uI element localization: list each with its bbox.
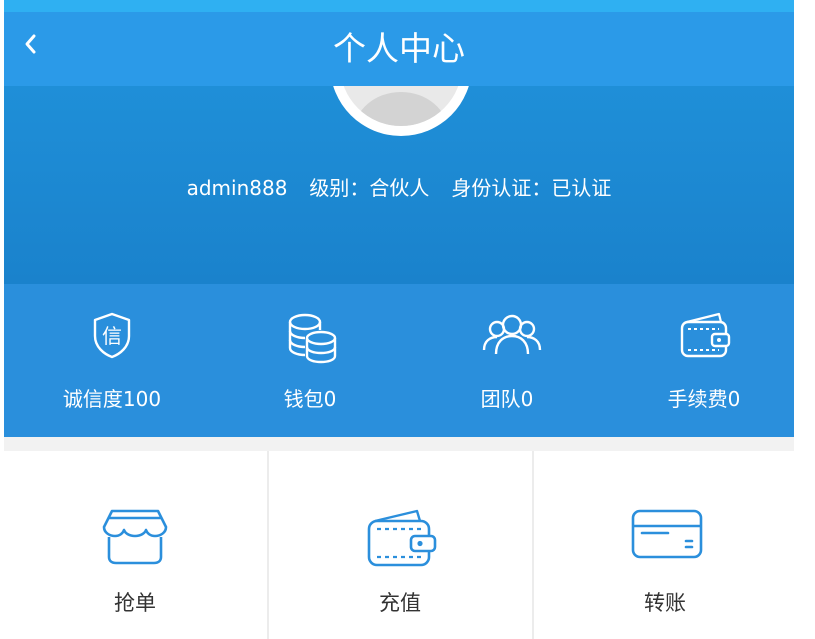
grab-order-label: 抢单 [114, 591, 156, 615]
username: admin888 [186, 176, 288, 200]
stat-wallet-label: 钱包0 [283, 387, 337, 411]
stat-credit-label: 诚信度100 [62, 387, 162, 411]
nav-bar: 个人中心 [4, 12, 794, 86]
stat-fee[interactable]: 手续费0 [624, 284, 784, 437]
transfer-label: 转账 [644, 591, 686, 615]
stats-bar: 信 诚信度100 钱包0 团队0 手续费0 [4, 284, 794, 437]
status-bar [4, 0, 794, 12]
wallet-icon [367, 509, 437, 567]
shop-awning-icon [102, 509, 168, 565]
recharge-button[interactable]: 充值 [269, 451, 531, 639]
stat-wallet[interactable]: 钱包0 [230, 284, 390, 437]
user-info-line: admin888 级别：合伙人 身份认证：已认证 [4, 172, 794, 201]
stat-credit[interactable]: 信 诚信度100 [32, 284, 192, 437]
credit-shield-icon: 信 [93, 312, 131, 359]
grab-order-button[interactable]: 抢单 [4, 451, 266, 639]
coins-icon [288, 313, 337, 364]
section-separator [4, 437, 794, 451]
avatar-silhouette [354, 92, 448, 126]
avatar[interactable] [330, 86, 472, 136]
verification-status: 身份认证：已认证 [451, 176, 612, 200]
wallet-icon [680, 312, 731, 358]
card-icon [631, 509, 703, 559]
user-level: 级别：合伙人 [309, 176, 430, 200]
transfer-button[interactable]: 转账 [534, 451, 794, 639]
svg-text:信: 信 [102, 324, 122, 348]
stat-fee-label: 手续费0 [667, 387, 741, 411]
app-screen: 个人中心 admin888 级别：合伙人 身份认证：已认证 信 诚信度100 钱… [4, 0, 794, 639]
team-icon [482, 314, 542, 355]
stat-team[interactable]: 团队0 [427, 284, 587, 437]
recharge-label: 充值 [379, 591, 421, 615]
page-title: 个人中心 [333, 29, 465, 68]
profile-hero: admin888 级别：合伙人 身份认证：已认证 [4, 86, 794, 284]
action-grid: 抢单 充值 转账 [4, 451, 794, 639]
avatar-placeholder [340, 86, 462, 126]
stat-team-label: 团队0 [480, 387, 534, 411]
